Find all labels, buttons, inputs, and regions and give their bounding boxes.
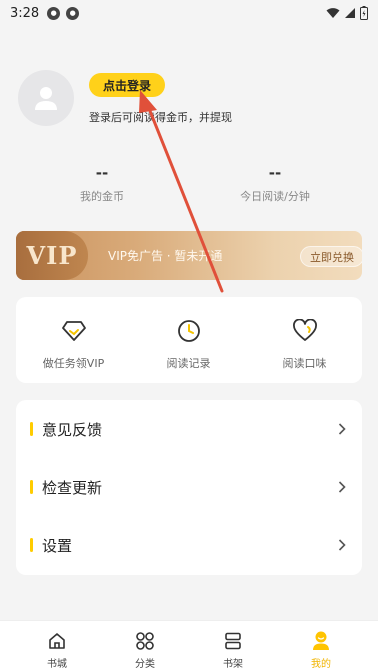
tab-label: 书架 bbox=[223, 659, 243, 670]
tab-label: 分类 bbox=[135, 659, 155, 670]
tab-label: 我的 bbox=[311, 659, 331, 670]
status-bar: 3:28 ● ● bbox=[0, 0, 378, 26]
status-time: 3:28 bbox=[10, 5, 40, 21]
stat-reading-time[interactable]: -- 今日阅读/分钟 bbox=[205, 164, 345, 204]
battery-icon bbox=[360, 6, 368, 20]
status-right-icons bbox=[326, 6, 368, 20]
tab-category[interactable]: 分类 bbox=[98, 621, 192, 672]
settings-menu: 意见反馈 检查更新 设置 bbox=[16, 400, 362, 575]
user-avatar-icon bbox=[35, 87, 57, 110]
avatar[interactable] bbox=[18, 70, 74, 126]
feature-label: 阅读记录 bbox=[166, 357, 211, 370]
signal-icon bbox=[345, 8, 355, 18]
feature-vip-task[interactable]: 做任务领VIP bbox=[16, 297, 131, 383]
chevron-right-icon bbox=[336, 481, 348, 493]
coins-label: 我的金币 bbox=[80, 190, 124, 203]
notification-icon: ● bbox=[66, 6, 80, 20]
feature-label: 阅读口味 bbox=[282, 357, 327, 370]
menu-item-label: 意见反馈 bbox=[42, 420, 103, 439]
feature-label: 做任务领VIP bbox=[42, 357, 105, 370]
clock-icon bbox=[175, 317, 203, 345]
menu-item-label: 检查更新 bbox=[42, 478, 103, 497]
reading-time-label: 今日阅读/分钟 bbox=[240, 190, 310, 203]
stat-coins[interactable]: -- 我的金币 bbox=[32, 164, 172, 204]
wifi-icon bbox=[326, 8, 340, 18]
chevron-right-icon bbox=[336, 423, 348, 435]
notification-icon: ● bbox=[47, 6, 61, 20]
menu-item-label: 设置 bbox=[42, 536, 73, 555]
bottom-tab-bar: 书城 分类 书架 我的 bbox=[0, 620, 378, 672]
menu-item-settings[interactable]: 设置 bbox=[16, 516, 362, 574]
vip-logo-area: VIP bbox=[16, 231, 88, 280]
features-card: 做任务领VIP 阅读记录 阅读口味 bbox=[16, 297, 362, 383]
feature-reading-history[interactable]: 阅读记录 bbox=[131, 297, 246, 383]
tab-label: 书城 bbox=[47, 659, 67, 670]
home-icon bbox=[46, 630, 68, 652]
feature-reading-taste[interactable]: 阅读口味 bbox=[247, 297, 362, 383]
profile-icon bbox=[310, 630, 332, 652]
coins-value: -- bbox=[95, 164, 109, 182]
menu-accent-bar bbox=[30, 538, 33, 552]
reading-time-value: -- bbox=[268, 164, 282, 182]
vip-banner[interactable]: VIP VIP免广告 · 暂未开通 立即兑换 bbox=[16, 231, 362, 280]
menu-accent-bar bbox=[30, 480, 33, 494]
menu-item-feedback[interactable]: 意见反馈 bbox=[16, 400, 362, 458]
menu-accent-bar bbox=[30, 422, 33, 436]
heart-icon bbox=[291, 317, 319, 345]
tab-bookstore[interactable]: 书城 bbox=[10, 621, 104, 672]
tab-mine[interactable]: 我的 bbox=[274, 621, 368, 672]
menu-item-check-update[interactable]: 检查更新 bbox=[16, 458, 362, 516]
diamond-icon bbox=[60, 317, 88, 345]
tab-bookshelf[interactable]: 书架 bbox=[186, 621, 280, 672]
redeem-button[interactable]: 立即兑换 bbox=[300, 246, 362, 267]
chevron-right-icon bbox=[336, 539, 348, 551]
vip-status-text: VIP免广告 · 暂未开通 bbox=[108, 249, 223, 263]
bookshelf-icon bbox=[222, 630, 244, 652]
category-icon bbox=[134, 630, 156, 652]
vip-logo: VIP bbox=[26, 241, 78, 270]
login-tip: 登录后可阅读得金币，并提现 bbox=[89, 111, 232, 124]
login-button[interactable]: 点击登录 bbox=[89, 73, 165, 97]
